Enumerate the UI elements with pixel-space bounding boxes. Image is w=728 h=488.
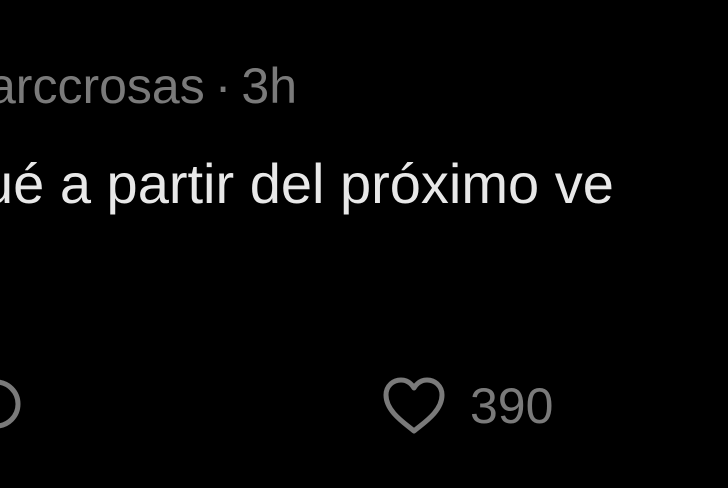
- post: arccrosas · 3h ué a partir del próximo ve …: [0, 0, 728, 488]
- separator-dot: ·: [214, 58, 232, 114]
- post-text: ué a partir del próximo ve: [0, 152, 614, 215]
- post-header: arccrosas · 3h: [0, 56, 297, 116]
- comment-icon: [0, 379, 21, 429]
- post-timestamp[interactable]: 3h: [241, 58, 297, 114]
- heart-icon[interactable]: [380, 374, 448, 438]
- comment-button[interactable]: [0, 374, 26, 434]
- like-button[interactable]: 390: [380, 374, 553, 438]
- like-count: 390: [470, 378, 554, 434]
- username[interactable]: arccrosas: [0, 58, 205, 114]
